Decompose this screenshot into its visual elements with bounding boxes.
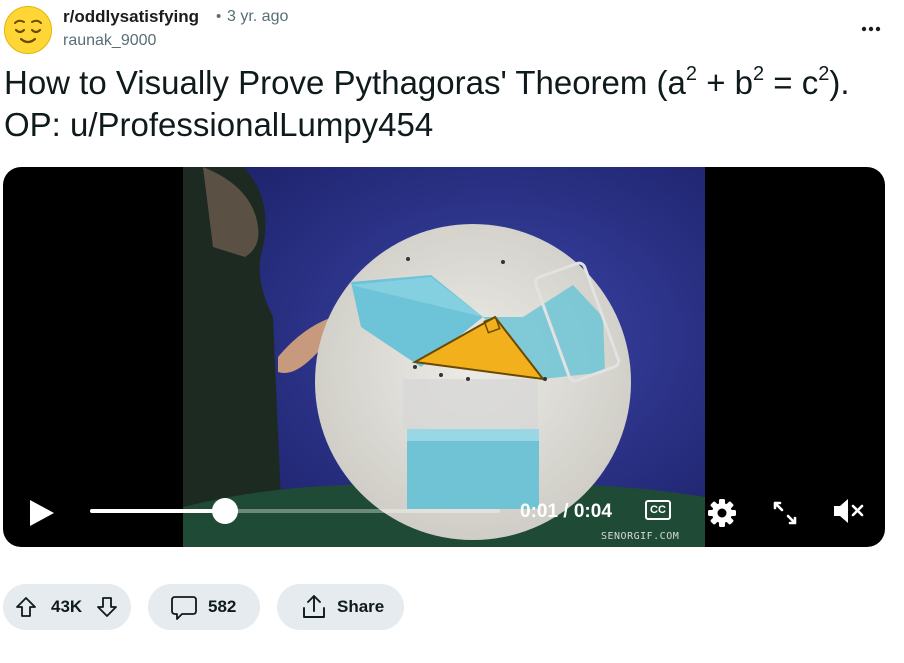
- video-timecode: 0:01 / 0:04: [520, 501, 612, 522]
- post-header: r/oddlysatisfying • 3 yr. ago raunak_900…: [0, 0, 904, 60]
- upvote-button[interactable]: [14, 595, 38, 624]
- post-actions: 43K 582 Share: [0, 584, 904, 632]
- video-seek-bar[interactable]: [90, 498, 500, 524]
- subreddit-avatar[interactable]: [4, 6, 52, 54]
- overflow-menu-button[interactable]: [856, 14, 886, 44]
- share-icon-wrap: [300, 593, 328, 626]
- captions-button[interactable]: CC: [645, 500, 671, 520]
- comments-button[interactable]: 582: [148, 584, 260, 630]
- mute-icon: [834, 499, 864, 523]
- comment-icon-wrap: [170, 593, 198, 626]
- title-sup-c: 2: [818, 63, 830, 85]
- video-frame: [183, 167, 705, 547]
- vote-control: 43K: [3, 584, 131, 630]
- subreddit-name[interactable]: r/oddlysatisfying: [63, 7, 199, 27]
- play-icon: [30, 500, 54, 526]
- more-horizontal-icon: [861, 26, 881, 32]
- upvote-icon: [16, 597, 36, 617]
- title-text-1: How to Visually Prove Pythagoras' Theore…: [4, 64, 686, 101]
- share-label: Share: [337, 597, 385, 616]
- mute-button[interactable]: [831, 495, 865, 527]
- meta-separator: •: [216, 8, 222, 25]
- relieved-face-icon: [14, 19, 42, 44]
- seek-bar-progress: [90, 509, 226, 513]
- share-button[interactable]: Share: [277, 584, 404, 630]
- post-title[interactable]: How to Visually Prove Pythagoras' Theore…: [4, 62, 884, 146]
- fullscreen-icon: [773, 501, 797, 525]
- title-sup-a: 2: [685, 63, 698, 85]
- post-time: 3 yr. ago: [227, 8, 289, 25]
- video-watermark: SENORGIF.COM: [601, 531, 680, 542]
- captions-icon: CC: [650, 504, 666, 516]
- comment-count: 582: [208, 597, 237, 616]
- play-button[interactable]: [27, 497, 57, 529]
- vote-score: 43K: [51, 597, 83, 616]
- share-icon: [303, 595, 325, 618]
- downvote-button[interactable]: [95, 595, 119, 624]
- title-sup-b: 2: [753, 63, 765, 85]
- title-text-3: = c: [764, 64, 819, 101]
- settings-icon: [708, 499, 736, 527]
- post-author[interactable]: raunak_9000: [63, 32, 156, 50]
- downvote-icon: [97, 597, 117, 617]
- video-player[interactable]: SENORGIF.COM 0:01 / 0:04 CC: [3, 167, 885, 547]
- fullscreen-button[interactable]: [771, 499, 799, 527]
- settings-button[interactable]: [706, 497, 738, 529]
- comment-icon: [171, 596, 197, 620]
- title-text-2: + b: [697, 64, 753, 101]
